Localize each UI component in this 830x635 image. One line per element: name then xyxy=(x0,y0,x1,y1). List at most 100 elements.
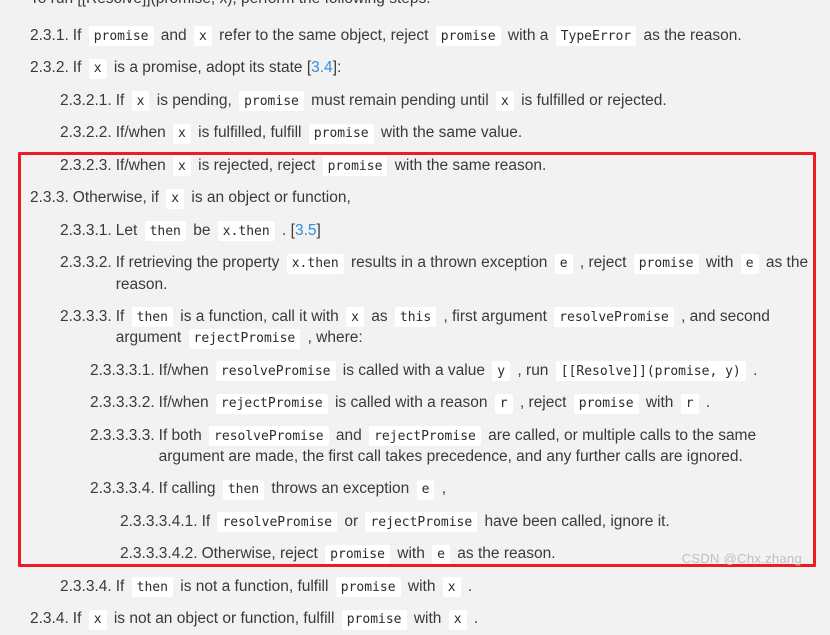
spec-text: be xyxy=(189,222,215,239)
inline-code-chip: then xyxy=(145,221,186,241)
spec-item-body: If/when x is fulfilled, fulfill promise … xyxy=(116,122,830,144)
spec-text: with xyxy=(702,254,738,271)
spec-text: throws an exception xyxy=(267,480,413,497)
spec-text: , xyxy=(437,480,446,497)
spec-item-marker: 2.3.4. xyxy=(30,608,73,629)
spec-item-marker: 2.3.1. xyxy=(30,25,73,46)
spec-item: 2.3.3.3.1.If/when resolvePromise is call… xyxy=(0,354,830,387)
spec-text: refer to the same object, reject xyxy=(215,27,433,44)
spec-text: have been called, ignore it. xyxy=(480,513,670,530)
spec-item: 2.3.3.2.If retrieving the property x.the… xyxy=(0,247,830,301)
spec-item-marker: 2.3.3.4. xyxy=(60,576,116,597)
spec-item: 2.3.3.3.If then is a function, call it w… xyxy=(0,300,830,354)
inline-code-chip: promise xyxy=(89,26,154,46)
spec-text: , reject xyxy=(576,254,631,271)
spec-item-marker: 2.3.3.3.3. xyxy=(90,425,159,446)
spec-text: with the same reason. xyxy=(390,157,546,174)
inline-code-chip: e xyxy=(432,545,450,565)
spec-reference-link[interactable]: 3.4 xyxy=(311,59,333,76)
spec-text: with a xyxy=(504,27,553,44)
spec-text: If xyxy=(116,308,129,325)
inline-code-chip: promise xyxy=(436,26,501,46)
spec-item-marker: 2.3.3.1. xyxy=(60,220,116,241)
inline-code-chip: rejectPromise xyxy=(216,394,328,414)
spec-text: results in a thrown exception xyxy=(347,254,552,271)
spec-text: If/when xyxy=(116,124,170,141)
spec-text: is fulfilled, fulfill xyxy=(194,124,306,141)
inline-code-chip: r xyxy=(681,394,699,414)
spec-text: with xyxy=(642,394,678,411)
spec-item-body: If then is not a function, fulfill promi… xyxy=(116,576,830,598)
spec-text: If xyxy=(73,610,86,627)
intro-line: To run [[Resolve]](promise, x), perform … xyxy=(30,0,431,9)
spec-item-body: If then is a function, call it with x as… xyxy=(116,306,830,349)
spec-item-marker: 2.3.3.3.2. xyxy=(90,392,159,413)
spec-text: If retrieving the property xyxy=(116,254,284,271)
inline-code-chip: x xyxy=(449,610,467,630)
inline-code-chip: promise xyxy=(323,156,388,176)
spec-reference-link[interactable]: 3.5 xyxy=(295,222,317,239)
spec-text: ]: xyxy=(333,59,342,76)
inline-code-chip: then xyxy=(132,577,173,597)
spec-text: , run xyxy=(513,362,553,379)
inline-code-chip: resolvePromise xyxy=(217,512,337,532)
inline-code-chip: x xyxy=(173,156,191,176)
spec-text: is not an object or function, fulfill xyxy=(110,610,339,627)
spec-text: . [ xyxy=(278,222,295,239)
inline-code-chip: rejectPromise xyxy=(189,329,301,349)
inline-code-chip: e xyxy=(555,254,573,274)
spec-text: is rejected, reject xyxy=(194,157,320,174)
spec-list: 2.3.1.If promise and x refer to the same… xyxy=(0,19,830,635)
spec-item-body: Let then be x.then . [3.5] xyxy=(116,220,830,242)
inline-code-chip: e xyxy=(417,480,435,500)
spec-text: If both xyxy=(159,427,206,444)
inline-code-chip: x xyxy=(166,189,184,209)
spec-text: and xyxy=(157,27,191,44)
spec-item-marker: 2.3.3. xyxy=(30,187,73,208)
spec-text: with the same value. xyxy=(377,124,523,141)
inline-code-chip: x.then xyxy=(218,221,275,241)
inline-code-chip: promise xyxy=(325,545,390,565)
spec-item-marker: 2.3.3.3.4.1. xyxy=(120,511,202,532)
spec-item: 2.3.3.3.2.If/when rejectPromise is calle… xyxy=(0,387,830,420)
spec-text: , first argument xyxy=(439,308,551,325)
spec-text: and xyxy=(332,427,366,444)
inline-code-chip: promise xyxy=(634,254,699,274)
spec-item: 2.3.3.4.If then is not a function, fulfi… xyxy=(0,570,830,603)
spec-text: , reject xyxy=(516,394,571,411)
inline-code-chip: resolvePromise xyxy=(209,426,329,446)
spec-text: with xyxy=(393,545,429,562)
spec-text: must remain pending until xyxy=(307,92,493,109)
spec-text: as the reason. xyxy=(453,545,556,562)
inline-code-chip: promise xyxy=(336,577,401,597)
spec-item: 2.3.2.3.If/when x is rejected, reject pr… xyxy=(0,149,830,182)
inline-code-chip: x xyxy=(89,59,107,79)
spec-text: is pending, xyxy=(152,92,236,109)
spec-item-marker: 2.3.3.3. xyxy=(60,306,116,327)
spec-item: 2.3.3.Otherwise, if x is an object or fu… xyxy=(0,182,830,215)
spec-item-marker: 2.3.3.2. xyxy=(60,252,116,273)
inline-code-chip: x xyxy=(89,610,107,630)
inline-code-chip: resolvePromise xyxy=(216,361,336,381)
inline-code-chip: [[Resolve]](promise, y) xyxy=(556,361,746,381)
spec-item-body: If x is not an object or function, fulfi… xyxy=(73,608,830,630)
spec-item-body: If resolvePromise or rejectPromise have … xyxy=(202,511,830,533)
spec-text: is a promise, adopt its state [ xyxy=(110,59,312,76)
spec-text: is called with a value xyxy=(339,362,490,379)
spec-text: If xyxy=(73,59,86,76)
spec-item-body: If x is a promise, adopt its state [3.4]… xyxy=(73,57,830,79)
spec-item-marker: 2.3.2.2. xyxy=(60,122,116,143)
spec-text: If xyxy=(73,27,86,44)
spec-text: is a function, call it with xyxy=(176,308,343,325)
spec-item-marker: 2.3.2.1. xyxy=(60,90,116,111)
inline-code-chip: x xyxy=(346,307,364,327)
inline-code-chip: x xyxy=(194,26,212,46)
spec-item-body: If/when rejectPromise is called with a r… xyxy=(159,392,830,414)
spec-text: If/when xyxy=(116,157,170,174)
spec-item: 2.3.2.2.If/when x is fulfilled, fulfill … xyxy=(0,117,830,150)
inline-code-chip: promise xyxy=(574,394,639,414)
inline-code-chip: x xyxy=(496,91,514,111)
spec-text: as the reason. xyxy=(639,27,742,44)
inline-code-chip: x xyxy=(173,124,191,144)
spec-text: is an object or function, xyxy=(187,189,351,206)
